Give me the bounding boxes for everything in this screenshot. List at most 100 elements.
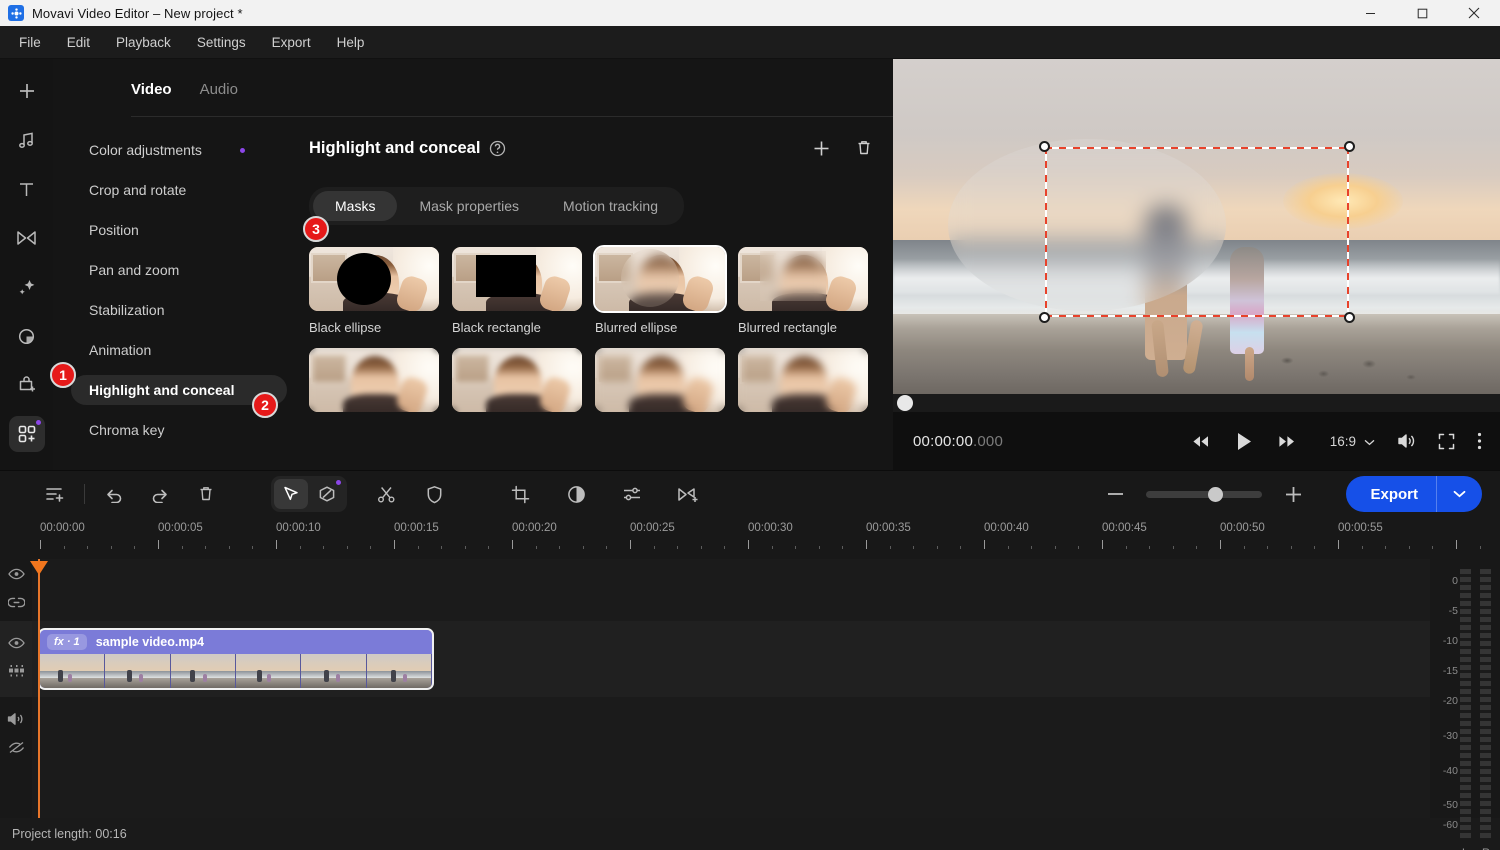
ruler-tick bbox=[417, 546, 419, 549]
menu-help[interactable]: Help bbox=[324, 30, 378, 55]
effect-item-color-adjustments[interactable]: Color adjustments bbox=[71, 135, 287, 165]
mask-thumb-pixelated-ellipse[interactable] bbox=[309, 348, 439, 412]
eye-icon[interactable] bbox=[7, 636, 25, 654]
export-button[interactable]: Export bbox=[1346, 476, 1482, 512]
rewind-icon[interactable] bbox=[1192, 435, 1210, 448]
effect-item-crop-and-rotate[interactable]: Crop and rotate bbox=[71, 175, 287, 205]
fullscreen-icon[interactable] bbox=[1438, 433, 1455, 450]
timeline-ruler[interactable]: 00:00:00 00:00:05 00:00:10 00:00:15 00:0… bbox=[0, 517, 1500, 559]
help-circle-icon[interactable] bbox=[489, 140, 506, 157]
playhead-handle[interactable] bbox=[30, 561, 48, 575]
speaker-icon[interactable] bbox=[7, 712, 25, 731]
ruler-label: 00:00:45 bbox=[1102, 522, 1147, 534]
color-wheel-icon[interactable] bbox=[9, 318, 45, 354]
add-track-icon[interactable] bbox=[40, 479, 70, 509]
video-preview[interactable] bbox=[893, 59, 1500, 394]
mask-thumb-black-ellipse[interactable] bbox=[309, 247, 439, 311]
tab-masks[interactable]: Masks bbox=[313, 191, 398, 221]
more-vertical-icon[interactable] bbox=[1477, 432, 1482, 450]
plus-icon[interactable] bbox=[812, 139, 831, 158]
trash-icon[interactable] bbox=[855, 139, 873, 158]
track-header-overlay[interactable] bbox=[0, 559, 32, 621]
effect-detail-header: Highlight and conceal bbox=[309, 135, 873, 161]
shield-icon[interactable] bbox=[419, 479, 449, 509]
clip-fx-badge[interactable]: fx · 1 bbox=[47, 634, 87, 650]
resize-handle-top-right[interactable] bbox=[1344, 141, 1355, 152]
preview-panel: 00:00:00.000 16:9 bbox=[893, 59, 1500, 470]
close-button[interactable] bbox=[1448, 0, 1500, 26]
sliders-icon[interactable] bbox=[617, 479, 647, 509]
preview-seek-bar[interactable] bbox=[893, 394, 1500, 412]
transitions-icon[interactable] bbox=[9, 220, 45, 256]
more-tools-badge-dot bbox=[35, 420, 41, 425]
aspect-ratio-select[interactable]: 16:9 bbox=[1330, 434, 1375, 449]
track-header-audio[interactable] bbox=[0, 697, 32, 773]
track-lane-audio[interactable] bbox=[32, 697, 1430, 773]
more-tools-icon[interactable] bbox=[8, 416, 45, 452]
add-media-icon[interactable] bbox=[9, 73, 45, 109]
slip-tool-badge-dot bbox=[336, 480, 341, 485]
plus-icon[interactable] bbox=[1278, 479, 1308, 509]
effects-icon[interactable] bbox=[8, 664, 25, 683]
play-icon[interactable] bbox=[1236, 432, 1252, 451]
mask-thumb-pixelated-rectangle[interactable] bbox=[452, 348, 582, 412]
undo-icon[interactable] bbox=[99, 479, 129, 509]
eye-icon[interactable] bbox=[7, 567, 25, 585]
volume-icon[interactable] bbox=[1397, 433, 1416, 449]
fast-forward-icon[interactable] bbox=[1278, 435, 1296, 448]
menu-settings[interactable]: Settings bbox=[184, 30, 259, 55]
resize-handle-bottom-right[interactable] bbox=[1344, 312, 1355, 323]
tab-video[interactable]: Video bbox=[131, 81, 172, 106]
track-header-video[interactable] bbox=[0, 621, 32, 697]
ruler-tick bbox=[87, 546, 89, 549]
tab-audio[interactable]: Audio bbox=[200, 81, 238, 106]
zoom-slider-knob[interactable] bbox=[1208, 486, 1224, 502]
resize-handle-bottom-left[interactable] bbox=[1039, 312, 1050, 323]
contrast-icon[interactable] bbox=[561, 479, 591, 509]
menu-file[interactable]: File bbox=[6, 30, 54, 55]
tab-mask-properties[interactable]: Mask properties bbox=[397, 191, 541, 221]
ruler-tick bbox=[1054, 546, 1056, 549]
titles-icon[interactable] bbox=[9, 171, 45, 207]
resize-handle-top-left[interactable] bbox=[1039, 141, 1050, 152]
mask-thumb-black-rectangle[interactable] bbox=[452, 247, 582, 311]
track-lane-overlay[interactable] bbox=[32, 559, 1430, 621]
effect-item-stabilization[interactable]: Stabilization bbox=[71, 295, 287, 325]
trash-icon[interactable] bbox=[191, 479, 221, 509]
filters-icon[interactable] bbox=[9, 269, 45, 305]
minimize-button[interactable] bbox=[1344, 0, 1396, 26]
mask-thumb-highlight-rectangle[interactable] bbox=[738, 348, 868, 412]
menu-playback[interactable]: Playback bbox=[103, 30, 184, 55]
stickers-icon[interactable] bbox=[9, 367, 45, 403]
seek-knob[interactable] bbox=[897, 395, 913, 411]
playhead[interactable] bbox=[30, 559, 48, 818]
pointer-tool-icon[interactable] bbox=[274, 479, 308, 509]
menu-export[interactable]: Export bbox=[259, 30, 324, 55]
slip-tool-icon[interactable] bbox=[310, 479, 344, 509]
crop-icon[interactable] bbox=[505, 479, 535, 509]
upper-region: Video Audio Color adjustments Crop and r… bbox=[0, 59, 1500, 470]
effect-item-position[interactable]: Position bbox=[71, 215, 287, 245]
timeline-clip[interactable]: fx · 1 sample video.mp4 bbox=[38, 628, 434, 690]
track-lane-video[interactable]: fx · 1 sample video.mp4 bbox=[32, 621, 1430, 697]
track-lanes[interactable]: fx · 1 sample video.mp4 bbox=[30, 559, 1430, 818]
scissors-icon[interactable] bbox=[371, 479, 401, 509]
eye-off-icon[interactable] bbox=[8, 741, 25, 759]
chevron-down-icon[interactable] bbox=[1437, 490, 1482, 498]
mask-thumb-highlight-ellipse[interactable] bbox=[595, 348, 725, 412]
mask-selection-box[interactable] bbox=[1039, 141, 1355, 323]
link-icon[interactable] bbox=[6, 595, 26, 613]
zoom-slider[interactable] bbox=[1146, 486, 1263, 502]
transition-add-icon[interactable] bbox=[673, 479, 703, 509]
mask-thumb-blurred-ellipse[interactable] bbox=[593, 245, 727, 313]
effect-item-animation[interactable]: Animation bbox=[71, 335, 287, 365]
maximize-button[interactable] bbox=[1396, 0, 1448, 26]
minus-icon[interactable] bbox=[1100, 479, 1130, 509]
mask-thumb-blurred-rectangle[interactable] bbox=[738, 247, 868, 311]
effect-item-pan-and-zoom[interactable]: Pan and zoom bbox=[71, 255, 287, 285]
redo-icon[interactable] bbox=[145, 479, 175, 509]
menu-edit[interactable]: Edit bbox=[54, 30, 103, 55]
music-icon[interactable] bbox=[9, 122, 45, 158]
tab-motion-tracking[interactable]: Motion tracking bbox=[541, 191, 680, 221]
effect-item-chroma-key[interactable]: Chroma key bbox=[71, 415, 287, 445]
